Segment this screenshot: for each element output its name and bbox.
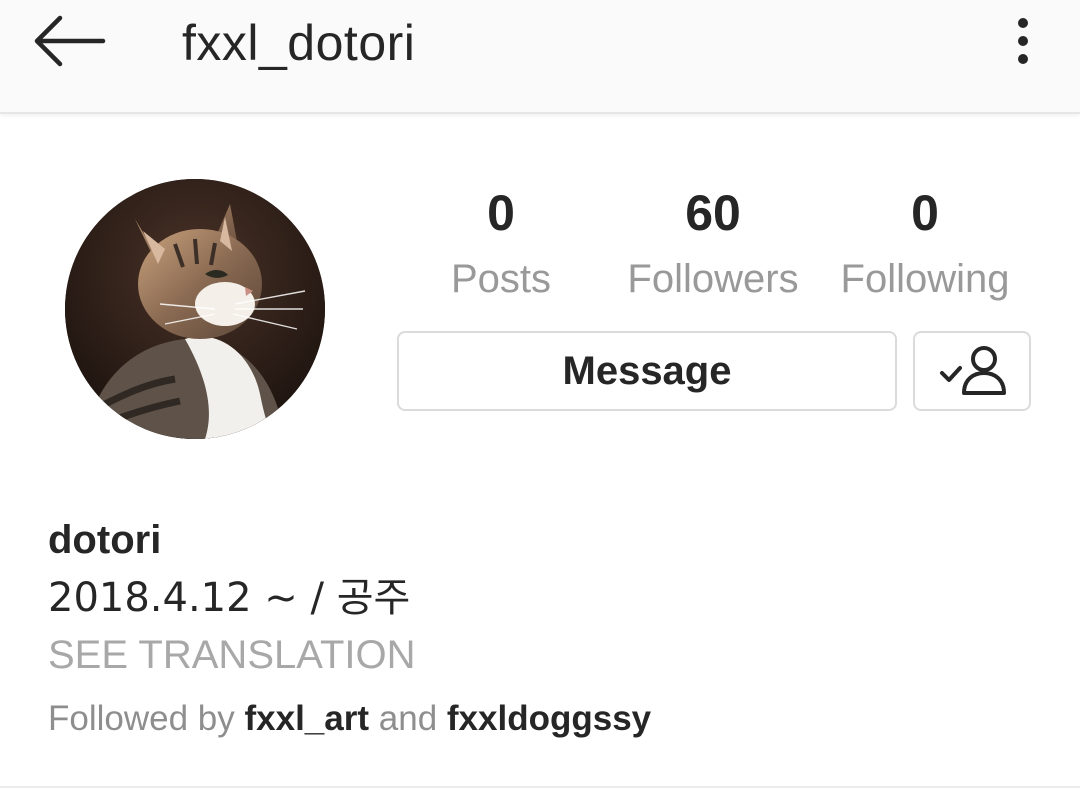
followed-by-conjunction: and <box>378 699 438 738</box>
mutual-follower-link-1[interactable]: fxxl_art <box>245 699 370 738</box>
more-vertical-icon <box>1018 18 1028 28</box>
profile-display-name: dotori <box>48 518 162 562</box>
followers-count-label: Followers <box>627 257 799 301</box>
see-translation-link[interactable]: SEE TRANSLATION <box>48 631 416 679</box>
user-check-icon <box>940 346 1006 395</box>
posts-count-stat[interactable]: 0 Posts <box>391 182 611 304</box>
more-options-button[interactable] <box>1000 10 1046 72</box>
posts-count-value: 0 <box>487 185 515 241</box>
profile-username-title: fxxl_dotori <box>182 15 416 71</box>
message-button[interactable]: Message <box>397 331 897 411</box>
followed-by-line: Followed by fxxl_art and fxxldoggssy <box>48 697 651 741</box>
arrow-left-icon <box>34 15 106 67</box>
following-status-button[interactable] <box>913 331 1031 411</box>
posts-count-label: Posts <box>450 257 552 301</box>
followers-count-value: 60 <box>685 185 741 241</box>
following-count-label: Following <box>840 257 1010 301</box>
following-count-stat[interactable]: 0 Following <box>815 182 1035 304</box>
followed-by-prefix: Followed by <box>48 699 235 738</box>
profile-bio: 2018.4.12 ~ / 공주 <box>48 575 411 621</box>
cat-photo-image <box>65 179 325 439</box>
more-vertical-icon-dot <box>1018 54 1028 64</box>
more-vertical-icon-dot <box>1018 36 1028 46</box>
section-divider <box>0 786 1080 788</box>
followers-count-stat[interactable]: 60 Followers <box>603 182 823 304</box>
following-count-value: 0 <box>911 185 939 241</box>
mutual-follower-link-2[interactable]: fxxldoggssy <box>447 699 651 738</box>
profile-avatar[interactable] <box>65 179 325 439</box>
back-button[interactable] <box>30 10 110 72</box>
top-app-bar: fxxl_dotori <box>0 0 1080 114</box>
